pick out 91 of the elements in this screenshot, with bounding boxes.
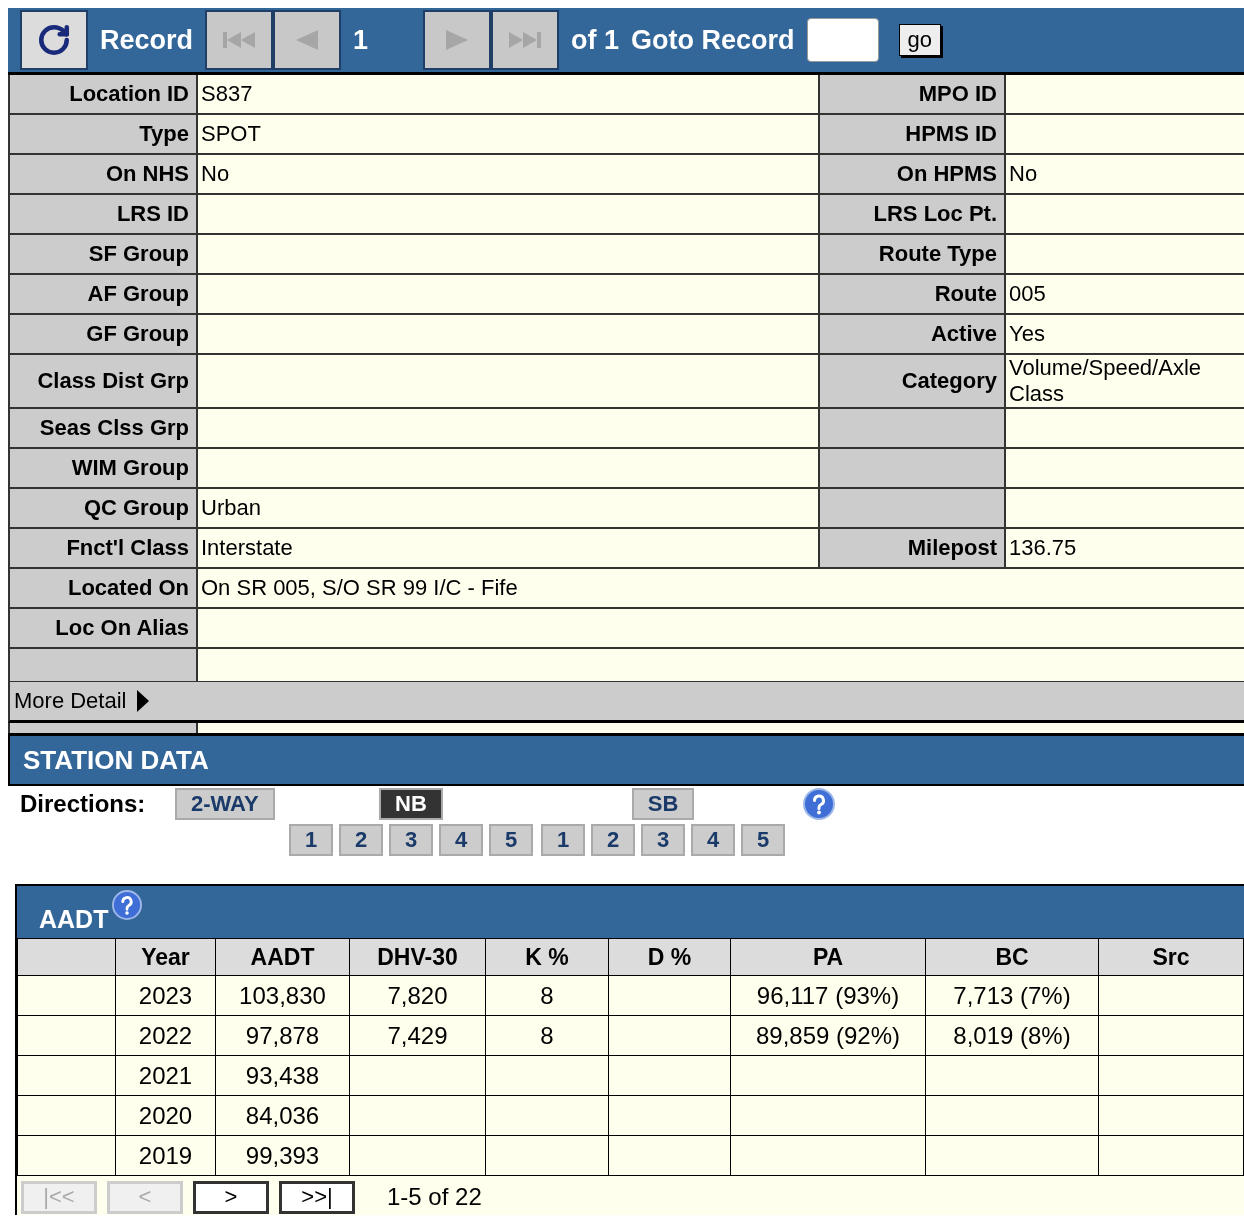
field-label: QC Group: [10, 489, 196, 527]
table-cell: 8: [485, 1015, 609, 1056]
field-label: Fnct'l Class: [10, 529, 196, 567]
column-header: DHV-30: [349, 938, 486, 976]
lane-button[interactable]: 4: [439, 824, 483, 856]
lane-button[interactable]: 1: [289, 824, 333, 856]
lane-button[interactable]: 2: [339, 824, 383, 856]
field-label: Milepost: [820, 529, 1004, 567]
field-label: Type: [10, 115, 196, 153]
column-header: Src: [1098, 938, 1244, 976]
column-header: Year: [115, 938, 216, 976]
field-label: Class Dist Grp: [10, 355, 196, 407]
column-header: K %: [485, 938, 609, 976]
table-cell: 96,117 (93%): [730, 975, 926, 1016]
field-value: 005: [1006, 275, 1244, 313]
lane-button[interactable]: 1: [541, 824, 585, 856]
field-label: MPO ID: [820, 75, 1004, 113]
table-cell: 84,036: [215, 1095, 350, 1136]
record-number: 1: [353, 24, 370, 56]
table-cell: 99,393: [215, 1135, 350, 1176]
field-label: Route: [820, 275, 1004, 313]
go-button[interactable]: go: [898, 24, 942, 56]
expand-arrow-icon: [136, 689, 151, 713]
column-header: AADT: [215, 938, 350, 976]
field-label: AF Group: [10, 275, 196, 313]
table-cell: 8: [485, 975, 609, 1016]
column-header: PA: [730, 938, 926, 976]
field-label: On HPMS: [820, 155, 1004, 193]
table-cell: 103,830: [215, 975, 350, 1016]
field-label: WIM Group: [10, 449, 196, 487]
table-cell: 2021: [115, 1055, 216, 1096]
refresh-icon: [37, 23, 71, 57]
table-cell: 93,438: [215, 1055, 350, 1096]
table-cell: 89,859 (92%): [730, 1015, 926, 1056]
goto-record-field[interactable]: [806, 18, 879, 62]
field-label: HPMS ID: [820, 115, 1004, 153]
field-label: Seas Clss Grp: [10, 409, 196, 447]
help-icon[interactable]: [112, 890, 143, 920]
lane-button[interactable]: 4: [691, 824, 735, 856]
record-count: of 1: [571, 24, 620, 56]
field-value: Volume/Speed/Axle Class: [1006, 355, 1244, 407]
field-label: LRS ID: [10, 195, 196, 233]
more-detail-bar[interactable]: More Detail: [8, 681, 1244, 723]
table-cell: 2022: [115, 1015, 216, 1056]
field-label: Route Type: [820, 235, 1004, 273]
field-label: Active: [820, 315, 1004, 353]
field-value: Yes: [1006, 315, 1244, 353]
pager-button[interactable]: >: [193, 1180, 269, 1214]
field-value: SPOT: [198, 115, 818, 153]
lane-button[interactable]: 3: [389, 824, 433, 856]
field-label: LRS Loc Pt.: [820, 195, 1004, 233]
column-header: D %: [608, 938, 731, 976]
field-value: Urban: [198, 489, 818, 527]
field-value: No: [1006, 155, 1244, 193]
record-label: Record: [100, 24, 194, 56]
field-label: Location ID: [10, 75, 196, 113]
field-label: SF Group: [10, 235, 196, 273]
direction-tab[interactable]: SB: [631, 788, 695, 820]
lane-button[interactable]: 3: [641, 824, 685, 856]
lane-button[interactable]: 5: [741, 824, 785, 856]
table-cell: 7,713 (7%): [925, 975, 1099, 1016]
column-header: BC: [925, 938, 1099, 976]
field-label: Located On: [10, 569, 196, 607]
panel-title: AADT: [39, 905, 109, 934]
field-label: On NHS: [10, 155, 196, 193]
lane-button[interactable]: 5: [489, 824, 533, 856]
lane-button[interactable]: 2: [591, 824, 635, 856]
field-label: GF Group: [10, 315, 196, 353]
directions-label: Directions:: [19, 789, 147, 818]
table-cell: 8,019 (8%): [925, 1015, 1099, 1056]
field-value: S837: [198, 75, 818, 113]
field-value: No: [198, 155, 818, 193]
goto-record-label: Goto Record: [631, 24, 795, 56]
help-icon[interactable]: [803, 788, 835, 820]
direction-tab[interactable]: NB: [379, 788, 443, 820]
field-label: Category: [820, 355, 1004, 407]
table-cell: 2023: [115, 975, 216, 1016]
page-range: 1-5 of 22: [387, 1183, 482, 1211]
direction-tab[interactable]: 2-WAY: [175, 788, 275, 820]
table-cell: 7,820: [349, 975, 486, 1016]
field-value: Interstate: [198, 529, 818, 567]
table-cell: 7,429: [349, 1015, 486, 1056]
table-cell: 97,878: [215, 1015, 350, 1056]
field-value: On SR 005, S/O SR 99 I/C - Fife: [198, 569, 1244, 607]
table-cell: 2020: [115, 1095, 216, 1136]
refresh-button[interactable]: [22, 12, 86, 68]
section-header: STATION DATA: [8, 736, 1244, 786]
table-cell: 2019: [115, 1135, 216, 1176]
pager-button[interactable]: >>|: [279, 1180, 355, 1214]
field-label: Loc On Alias: [10, 609, 196, 647]
field-value: 136.75: [1006, 529, 1244, 567]
